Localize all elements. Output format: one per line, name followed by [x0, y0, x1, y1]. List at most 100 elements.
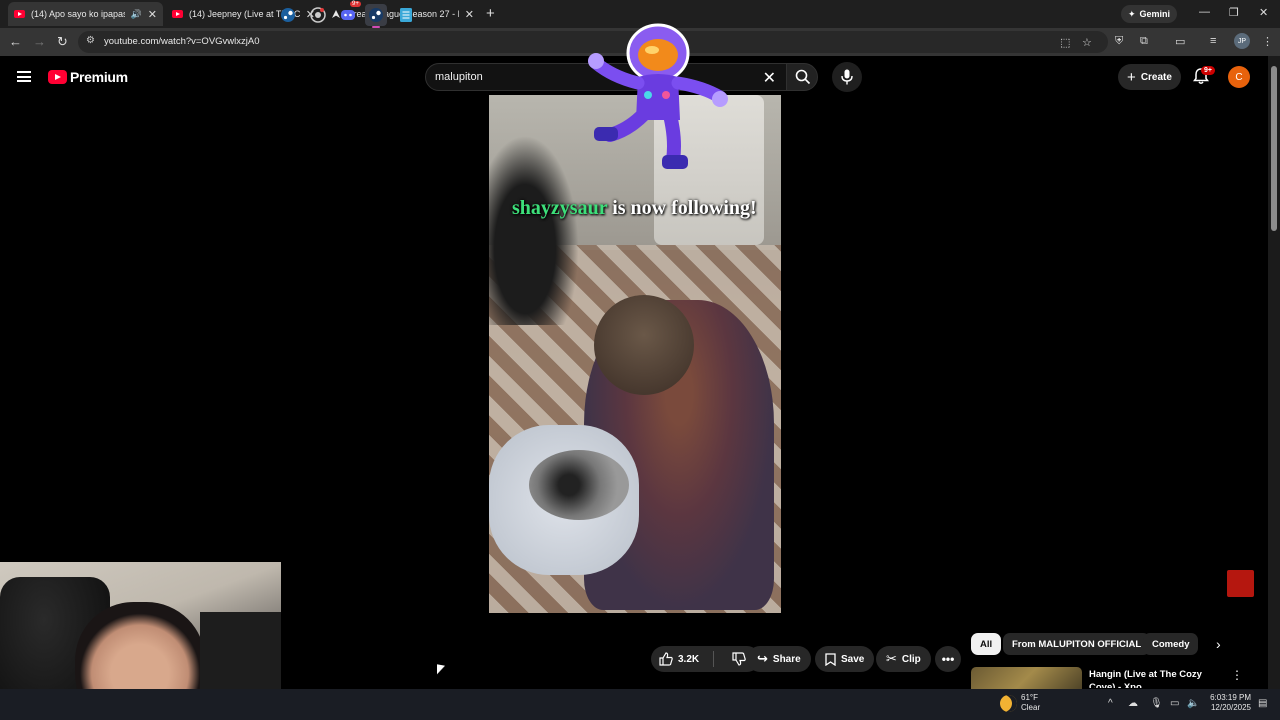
recommendation-title[interactable]: Hangin (Live at The Cozy Cove) - Xpo [1089, 668, 1227, 688]
weather-temp: 61°F [1021, 693, 1038, 702]
forward-icon[interactable]: → [33, 34, 46, 49]
youtube-favicon-icon [172, 10, 183, 18]
gemini-label: Gemini [1139, 9, 1171, 19]
more-horizontal-icon: ••• [941, 652, 955, 666]
notification-center-icon[interactable]: ▤ [1258, 698, 1267, 709]
steam-logo-icon [281, 8, 295, 22]
clock-date: 12/20/2025 [1210, 703, 1251, 712]
mouse-cursor-icon [437, 664, 445, 676]
scene-dog [529, 450, 629, 520]
volume-icon[interactable]: 🔈 [1187, 698, 1199, 709]
search-button[interactable] [786, 63, 818, 91]
like-button[interactable]: 3.2K [651, 652, 708, 666]
bookmark-icon [825, 652, 836, 666]
follower-name: shayzysaur [512, 197, 608, 219]
minimize-icon[interactable]: — [1199, 6, 1210, 18]
chrome-menu-icon[interactable]: ⋮ [1262, 35, 1273, 48]
discord-badge: 9+ [350, 1, 361, 7]
clock-time: 6:03:19 PM [1210, 693, 1251, 702]
channel-watermark-icon[interactable] [1227, 570, 1254, 597]
reload-icon[interactable]: ↻ [57, 34, 68, 50]
notification-badge: 9+ [1201, 66, 1215, 75]
page-scrollbar[interactable] [1268, 56, 1280, 690]
like-count: 3.2K [678, 653, 700, 665]
share-button[interactable]: ↪ Share [747, 646, 811, 672]
more-vertical-icon[interactable]: ⋮ [1231, 668, 1243, 682]
divider [712, 651, 714, 667]
youtube-play-icon [48, 70, 67, 84]
onedrive-icon[interactable]: ☁ [1128, 698, 1138, 709]
follow-message: is now following! [612, 197, 757, 219]
scene-motorbike [489, 135, 579, 325]
mic-tray-icon[interactable]: 🎙 [1150, 698, 1163, 709]
steam-icon[interactable] [277, 4, 299, 26]
window-close-icon[interactable]: ✕ [1259, 6, 1268, 19]
notepad-icon[interactable] [395, 4, 417, 26]
more-actions-button[interactable]: ••• [935, 646, 961, 672]
chip-all[interactable]: All [971, 633, 1002, 655]
astronaut-alert-icon [588, 23, 728, 169]
bookmark-star-icon[interactable]: ☆ [1082, 36, 1092, 49]
clip-button[interactable]: ✂ Clip [876, 646, 931, 672]
chip-comedy[interactable]: Comedy [1143, 633, 1199, 655]
tab-close-icon[interactable]: ✕ [148, 8, 157, 21]
create-button[interactable]: + Create [1118, 64, 1181, 90]
profile-avatar[interactable]: JP [1234, 33, 1250, 49]
microphone-icon [841, 69, 853, 85]
gemini-button[interactable]: ✦ Gemini [1121, 5, 1178, 23]
shield-extension-icon[interactable]: ⛨ [1115, 35, 1123, 48]
thumbs-up-icon [659, 652, 673, 666]
url-text: youtube.com/watch?v=OVGvwlxzjA0 [104, 36, 260, 47]
save-button[interactable]: Save [815, 646, 875, 672]
scissors-icon: ✂ [886, 651, 897, 666]
site-info-icon[interactable]: ⚙ [86, 35, 95, 46]
back-icon[interactable]: ← [9, 34, 22, 49]
restore-icon[interactable]: ❐ [1229, 6, 1239, 19]
share-label: Share [772, 653, 801, 665]
extensions-puzzle-icon[interactable]: ⧉ [1140, 35, 1148, 48]
notepad-logo-icon [400, 8, 412, 22]
steam-logo-icon [369, 8, 383, 22]
media-controls-icon[interactable]: ≡ [1210, 35, 1216, 47]
search-icon [795, 69, 811, 85]
create-label: Create [1140, 71, 1172, 83]
weather-desc: Clear [1021, 703, 1041, 712]
tab-title: (14) Apo sayo ko ipapasa ang [31, 9, 125, 19]
youtube-premium-logo[interactable]: Premium [48, 69, 128, 85]
discord-logo-icon [341, 10, 355, 20]
system-clock[interactable]: 6:03:19 PM 12/20/2025 [1205, 693, 1251, 713]
discord-icon[interactable]: 9+ [337, 1, 361, 26]
brand-label: Premium [70, 69, 128, 85]
voice-search-button[interactable] [832, 62, 862, 92]
chevron-right-icon[interactable]: › [1216, 636, 1221, 652]
thumbs-down-icon [732, 652, 747, 666]
follow-alert-overlay: shayzysaur is now following! [512, 197, 757, 220]
browser-logo-icon [310, 7, 326, 23]
menu-icon[interactable] [17, 71, 31, 82]
sparkle-icon: ✦ [1128, 8, 1136, 19]
search-query: malupiton [435, 71, 483, 83]
plus-icon: + [1127, 68, 1136, 86]
cast-icon[interactable]: ▭ [1175, 35, 1185, 48]
scrollbar-thumb[interactable] [1271, 66, 1277, 231]
speaker-icon[interactable]: 🔊 [131, 9, 142, 20]
active-indicator [372, 26, 380, 28]
chip-from-channel[interactable]: From MALUPITON OFFICIAL [1003, 633, 1151, 655]
tray-overflow-icon[interactable]: ^ [1108, 698, 1113, 709]
install-app-icon[interactable]: ⬚ [1060, 36, 1070, 49]
new-tab-icon[interactable]: + [486, 5, 495, 22]
tab-apo-sayo[interactable]: (14) Apo sayo ko ipapasa ang 🔊 ✕ [8, 2, 163, 26]
windows-taskbar [0, 689, 1280, 720]
like-dislike-group: 3.2K [651, 646, 760, 672]
weather-widget[interactable]: 61°F Clear [1021, 693, 1040, 713]
share-icon: ↪ [757, 651, 768, 666]
recommendation-thumbnail[interactable] [971, 667, 1082, 689]
steam-active-icon[interactable] [365, 4, 387, 28]
chrome-icon[interactable] [307, 4, 329, 26]
tab-close-icon[interactable]: ✕ [465, 8, 474, 21]
youtube-favicon-icon [14, 10, 25, 18]
clear-search-icon[interactable]: ✕ [763, 68, 776, 88]
network-icon[interactable]: ▭ [1170, 698, 1179, 709]
moon-weather-icon[interactable] [1000, 695, 1017, 712]
account-avatar[interactable]: C [1228, 66, 1250, 88]
